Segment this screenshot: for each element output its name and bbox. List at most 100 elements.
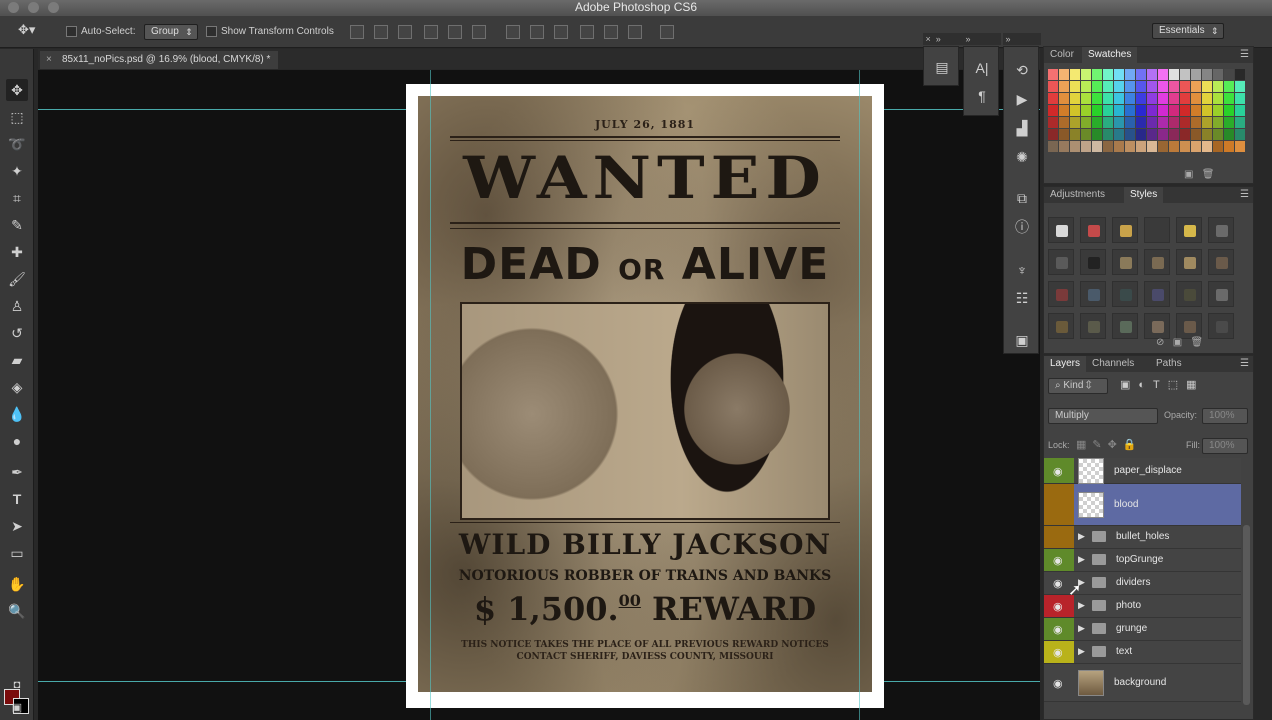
color-swatch[interactable] (1048, 117, 1058, 128)
layer-row-grunge[interactable]: ◉ ▶ grunge (1044, 618, 1241, 641)
color-swatch[interactable] (1048, 93, 1058, 104)
brush-presets-panel-icon[interactable]: ♆ (1009, 259, 1035, 281)
color-swatch[interactable] (1081, 93, 1091, 104)
color-swatch[interactable] (1136, 105, 1146, 116)
auto-select-checkbox[interactable]: Auto-Select: (66, 25, 135, 39)
show-transform-controls-checkbox[interactable]: Show Transform Controls (206, 25, 334, 39)
color-swatch[interactable] (1169, 105, 1179, 116)
color-swatch[interactable] (1169, 69, 1179, 80)
blend-mode-dropdown[interactable]: Multiply (1048, 408, 1158, 424)
minimize-window-button[interactable] (28, 2, 39, 13)
color-swatch[interactable] (1158, 105, 1168, 116)
fill-field[interactable]: 100% (1202, 438, 1248, 454)
color-swatch[interactable] (1180, 93, 1190, 104)
color-swatch[interactable] (1202, 141, 1212, 152)
color-swatch[interactable] (1191, 117, 1201, 128)
color-swatch[interactable] (1092, 81, 1102, 92)
color-swatch[interactable] (1180, 69, 1190, 80)
color-swatch[interactable] (1235, 141, 1245, 152)
color-swatch[interactable] (1048, 105, 1058, 116)
color-swatch[interactable] (1114, 141, 1124, 152)
layer-comps-panel-icon[interactable]: ▣ (1009, 329, 1035, 351)
tab-channels[interactable]: Channels (1086, 356, 1140, 372)
style-tile[interactable] (1144, 217, 1170, 243)
character-panel-icon[interactable]: A| (969, 57, 995, 79)
color-swatch[interactable] (1136, 141, 1146, 152)
align-right-icon[interactable] (472, 25, 486, 39)
color-swatch[interactable] (1213, 117, 1223, 128)
auto-select-checkbox-box[interactable] (66, 25, 77, 37)
opacity-field[interactable]: 100% (1202, 408, 1248, 424)
color-swatch[interactable] (1213, 81, 1223, 92)
visibility-eye-icon[interactable]: ◉ (1053, 465, 1063, 478)
visibility-eye-icon[interactable]: ◉ (1053, 577, 1063, 590)
paint-bucket-tool-icon[interactable]: ◈ (6, 376, 28, 398)
color-swatch[interactable] (1224, 129, 1234, 140)
color-swatch[interactable] (1092, 105, 1102, 116)
layers-scrollbar[interactable] (1243, 525, 1250, 705)
color-swatch[interactable] (1092, 69, 1102, 80)
color-swatch[interactable] (1048, 81, 1058, 92)
style-tile[interactable] (1080, 313, 1106, 339)
color-swatch[interactable] (1224, 117, 1234, 128)
color-swatch[interactable] (1081, 69, 1091, 80)
style-tile[interactable] (1112, 249, 1138, 275)
expand-arrow-icon[interactable]: ▶ (1078, 600, 1085, 611)
dock-header[interactable]: » (1003, 33, 1041, 45)
color-swatch[interactable] (1092, 129, 1102, 140)
close-tab-icon[interactable]: × (46, 51, 52, 69)
color-swatch[interactable] (1103, 69, 1113, 80)
style-tile[interactable] (1080, 217, 1106, 243)
color-swatch[interactable] (1213, 69, 1223, 80)
color-swatch[interactable] (1103, 117, 1113, 128)
color-swatch[interactable] (1224, 93, 1234, 104)
document-page[interactable]: JULY 26, 1881 WANTED DEAD OR ALIVE WILD … (406, 84, 884, 708)
color-swatch[interactable] (1235, 93, 1245, 104)
color-swatch[interactable] (1103, 105, 1113, 116)
distribute-bottom-icon[interactable] (554, 25, 568, 39)
expand-arrow-icon[interactable]: ▶ (1078, 554, 1085, 565)
color-swatch[interactable] (1136, 81, 1146, 92)
align-top-icon[interactable] (350, 25, 364, 39)
style-tile[interactable] (1144, 281, 1170, 307)
histogram-panel-icon[interactable]: ▟ (1009, 117, 1035, 139)
color-swatch[interactable] (1103, 93, 1113, 104)
panel-menu-icon[interactable]: ☰ (1234, 47, 1255, 63)
color-swatch[interactable] (1202, 69, 1212, 80)
panel-menu-icon[interactable]: ☰ (1234, 187, 1255, 203)
color-swatch[interactable] (1235, 105, 1245, 116)
color-swatch[interactable] (1235, 117, 1245, 128)
layer-row-bullet_holes[interactable]: ▶ bullet_holes (1044, 526, 1241, 549)
color-swatch[interactable] (1070, 93, 1080, 104)
auto-align-layers-icon[interactable] (660, 25, 674, 39)
tab-paths[interactable]: Paths (1150, 356, 1188, 372)
color-swatch[interactable] (1213, 93, 1223, 104)
visibility-eye-icon[interactable]: ◉ (1053, 600, 1063, 613)
marquee-tool-icon[interactable]: ⬚ (6, 106, 28, 128)
style-tile[interactable] (1176, 217, 1202, 243)
style-tile[interactable] (1048, 217, 1074, 243)
color-swatch[interactable] (1169, 81, 1179, 92)
brush-tool-icon[interactable]: 🖌 (6, 268, 28, 290)
tab-styles[interactable]: Styles (1124, 187, 1164, 203)
eraser-tool-icon[interactable]: ▰ (6, 349, 28, 371)
color-swatch[interactable] (1070, 81, 1080, 92)
document-tab[interactable]: × 85x11_noPics.psd @ 16.9% (blood, CMYK/… (40, 51, 279, 69)
visibility-eye-icon[interactable]: ◉ (1053, 646, 1063, 659)
clone-stamp-tool-icon[interactable]: ♙ (6, 295, 28, 317)
styles-footer-icons[interactable]: ⊘ ▣ 🗑 (1156, 337, 1203, 348)
navigator-panel-icon[interactable]: ✺ (1009, 146, 1035, 168)
color-swatch[interactable] (1070, 105, 1080, 116)
color-swatch[interactable] (1158, 93, 1168, 104)
style-tile[interactable] (1080, 249, 1106, 275)
color-swatch[interactable] (1191, 141, 1201, 152)
layer-row-text[interactable]: ◉ ▶ text (1044, 641, 1241, 664)
expand-arrow-icon[interactable]: ▶ (1078, 531, 1085, 542)
color-swatch[interactable] (1048, 141, 1058, 152)
color-swatch[interactable] (1202, 93, 1212, 104)
layer-label-color[interactable]: ◉ (1044, 618, 1074, 640)
color-swatch[interactable] (1147, 93, 1157, 104)
style-tile[interactable] (1208, 217, 1234, 243)
pen-tool-icon[interactable]: ✒ (6, 461, 28, 483)
auto-select-dropdown[interactable]: Group (144, 24, 198, 40)
